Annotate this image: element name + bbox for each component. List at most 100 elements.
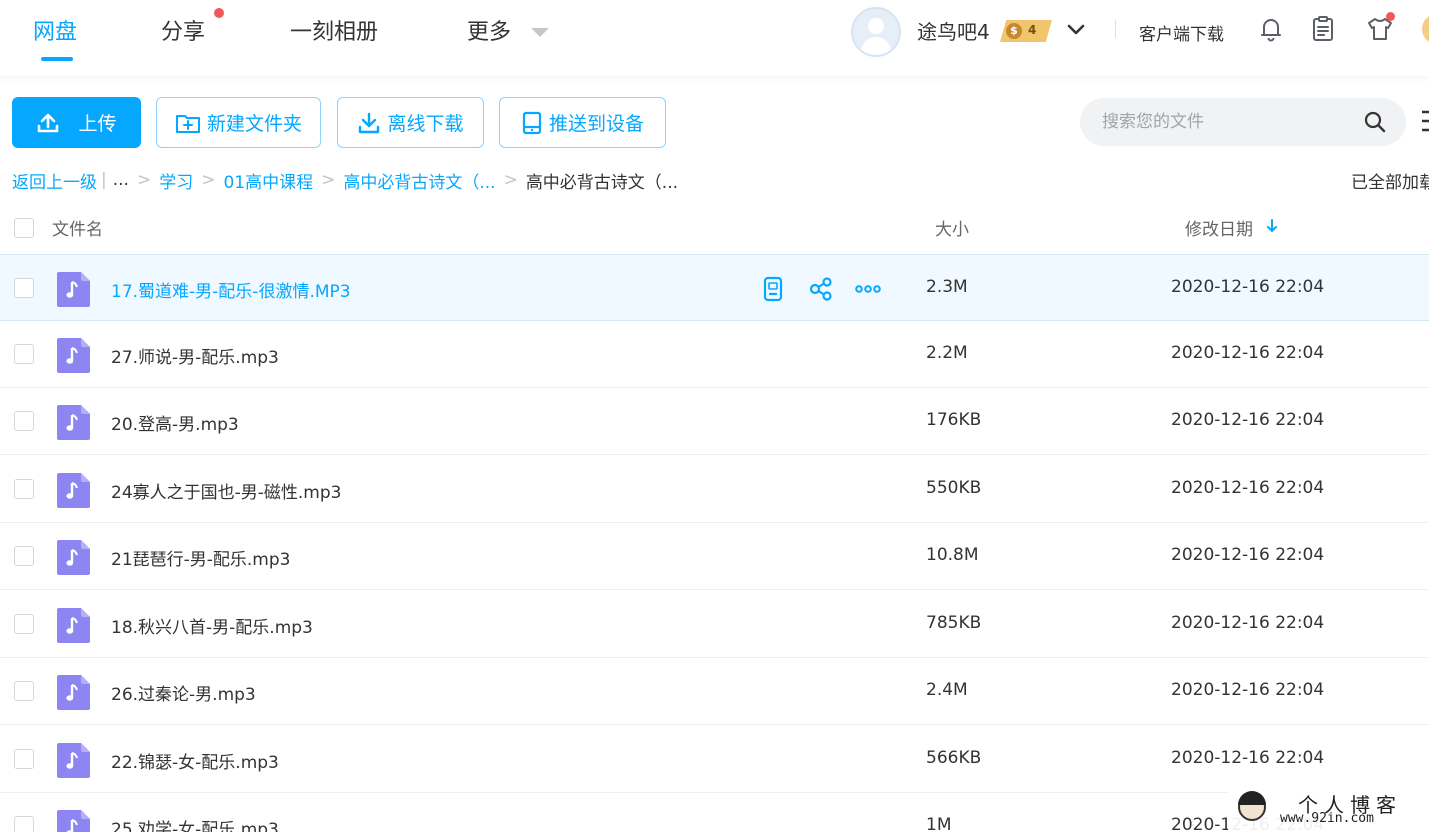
table-header: 文件名 大小 修改日期: [0, 205, 1429, 247]
file-size: 2.3M: [926, 277, 968, 297]
coin-icon: $: [1006, 23, 1022, 39]
breadcrumb-current: 高中必背古诗文（...: [525, 172, 679, 193]
file-name[interactable]: 26.过秦论-男.mp3: [111, 680, 256, 705]
table-row[interactable]: 20.登高-男.mp3 176KB 2020-12-16 22:04: [0, 388, 1429, 455]
clipboard-icon[interactable]: [1308, 14, 1338, 44]
breadcrumb-item[interactable]: 高中必背古诗文（...: [343, 168, 495, 193]
row-checkbox[interactable]: [14, 546, 34, 566]
tab-share[interactable]: 分享: [161, 14, 205, 46]
search-box: [1080, 98, 1406, 146]
more-icon[interactable]: [855, 276, 881, 302]
offline-download-button[interactable]: 离线下载: [337, 97, 484, 148]
table-row[interactable]: 27.师说-男-配乐.mp3 2.2M 2020-12-16 22:04: [0, 321, 1429, 388]
tab-more[interactable]: 更多: [467, 14, 511, 46]
breadcrumb-back[interactable]: 返回上一级: [12, 168, 97, 193]
audio-file-icon: [57, 540, 90, 575]
row-checkbox[interactable]: [14, 479, 34, 499]
table-row[interactable]: 26.过秦论-男.mp3 2.4M 2020-12-16 22:04: [0, 658, 1429, 725]
share-icon[interactable]: [808, 276, 834, 302]
search-input[interactable]: [1102, 98, 1352, 146]
table-row[interactable]: 21琵琶行-男-配乐.mp3 10.8M 2020-12-16 22:04: [0, 523, 1429, 590]
upload-icon: [38, 113, 59, 132]
push-to-device-label: 推送到设备: [548, 113, 644, 135]
table-row[interactable]: 17.蜀道难-男-配乐-很激情.MP3 2.3M 2020-12-16 22:0…: [0, 254, 1429, 321]
member-icon[interactable]: [1422, 14, 1429, 44]
row-checkbox[interactable]: [14, 411, 34, 431]
file-name[interactable]: 18.秋兴八首-男-配乐.mp3: [111, 613, 313, 638]
breadcrumb-item[interactable]: 学习: [159, 168, 193, 193]
file-size: 785KB: [926, 613, 982, 633]
audio-file-icon: [57, 743, 90, 778]
list-view-icon[interactable]: [1420, 108, 1429, 134]
row-checkbox[interactable]: [14, 749, 34, 769]
audio-file-icon: [57, 272, 90, 307]
table-row[interactable]: 25.劝学-女-配乐.mp3 1M 2020-12-16 22:04: [0, 793, 1429, 832]
active-tab-indicator: [41, 57, 73, 61]
file-size: 2.2M: [926, 343, 968, 363]
file-name[interactable]: 17.蜀道难-男-配乐-很激情.MP3: [111, 277, 351, 302]
row-checkbox[interactable]: [14, 278, 34, 298]
file-name[interactable]: 21琵琶行-男-配乐.mp3: [111, 545, 290, 570]
avatar[interactable]: [851, 7, 901, 57]
offline-download-label: 离线下载: [387, 113, 464, 135]
watermark: 个人博客 www.92in.com: [1228, 785, 1429, 832]
tab-album[interactable]: 一刻相册: [290, 14, 378, 46]
file-name[interactable]: 20.登高-男.mp3: [111, 410, 239, 435]
file-date: 2020-12-16 22:04: [1171, 680, 1325, 700]
table-row[interactable]: 22.锦瑟-女-配乐.mp3 566KB 2020-12-16 22:04: [0, 726, 1429, 793]
chevron-down-icon[interactable]: [1064, 18, 1088, 42]
column-name[interactable]: 文件名: [52, 215, 103, 240]
sort-desc-icon[interactable]: [1265, 218, 1279, 234]
client-download-link[interactable]: 客户端下载: [1139, 20, 1224, 45]
file-date: 2020-12-16 22:04: [1171, 277, 1325, 297]
push-to-device-button[interactable]: 推送到设备: [499, 97, 666, 148]
row-checkbox[interactable]: [14, 614, 34, 634]
breadcrumb-separator: >: [321, 170, 336, 190]
caret-down-icon[interactable]: [531, 28, 549, 37]
top-navigation: 网盘 分享 一刻相册 更多 途鸟吧4 $ 4 客户端下载: [0, 0, 1429, 76]
audio-file-icon: [57, 473, 90, 508]
avatar-body-shape: [861, 37, 891, 55]
row-checkbox[interactable]: [14, 816, 34, 832]
new-folder-label: 新建文件夹: [206, 113, 302, 135]
tab-netdisk[interactable]: 网盘: [33, 14, 77, 46]
row-checkbox[interactable]: [14, 344, 34, 364]
username[interactable]: 途鸟吧4: [917, 16, 990, 45]
search-icon[interactable]: [1363, 110, 1387, 134]
avatar-head-shape: [868, 18, 884, 34]
file-date: 2020-12-16 22:04: [1171, 410, 1325, 430]
audio-file-icon: [57, 810, 90, 832]
column-size[interactable]: 大小: [935, 215, 969, 240]
breadcrumb-item[interactable]: 01高中课程: [223, 168, 313, 193]
load-status: 已全部加载: [1351, 173, 1429, 193]
file-date: 2020-12-16 22:04: [1171, 748, 1325, 768]
vip-badge[interactable]: $ 4: [1000, 20, 1052, 42]
table-row[interactable]: 24寡人之于国也-男-磁性.mp3 550KB 2020-12-16 22:04: [0, 456, 1429, 523]
download-icon: [359, 112, 380, 133]
breadcrumb-separator: >: [503, 170, 518, 190]
file-name[interactable]: 25.劝学-女-配乐.mp3: [111, 815, 279, 832]
breadcrumb-ellipsis[interactable]: ...: [113, 170, 129, 190]
breadcrumb: 返回上一级 | ... > 学习 > 01高中课程 > 高中必背古诗文（... …: [12, 168, 679, 193]
file-size: 566KB: [926, 748, 982, 768]
file-size: 1M: [926, 815, 952, 832]
file-name[interactable]: 27.师说-男-配乐.mp3: [111, 343, 279, 368]
select-all-checkbox[interactable]: [14, 218, 34, 238]
column-date[interactable]: 修改日期: [1185, 215, 1253, 240]
share-notification-dot: [214, 8, 224, 18]
file-date: 2020-12-16 22:04: [1171, 478, 1325, 498]
row-checkbox[interactable]: [14, 681, 34, 701]
file-name[interactable]: 24寡人之于国也-男-磁性.mp3: [111, 478, 341, 503]
file-size: 2.4M: [926, 680, 968, 700]
audio-file-icon: [57, 405, 90, 440]
table-row[interactable]: 18.秋兴八首-男-配乐.mp3 785KB 2020-12-16 22:04: [0, 591, 1429, 658]
file-date: 2020-12-16 22:04: [1171, 343, 1325, 363]
bell-icon[interactable]: [1256, 14, 1286, 44]
upload-button[interactable]: 上传: [12, 97, 141, 148]
push-device-icon[interactable]: [760, 276, 786, 302]
file-name[interactable]: 22.锦瑟-女-配乐.mp3: [111, 748, 279, 773]
divider: [1115, 20, 1116, 38]
watermark-url: www.92in.com: [1280, 811, 1374, 826]
new-folder-button[interactable]: 新建文件夹: [156, 97, 321, 148]
breadcrumb-divider: |: [101, 170, 107, 190]
